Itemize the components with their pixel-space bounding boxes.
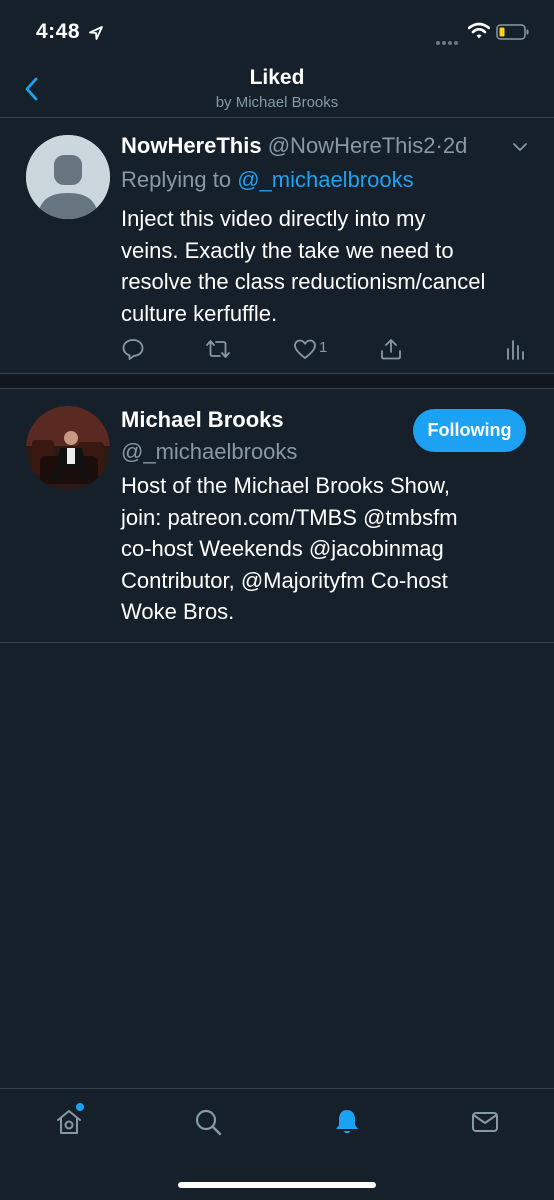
tweet-author-handle[interactable]: @NowHereThis2 [268, 133, 436, 158]
share-icon[interactable] [379, 337, 403, 361]
reply-icon[interactable] [121, 337, 145, 361]
profile-photo [26, 406, 110, 490]
section-divider [0, 373, 554, 389]
tweet-timestamp: 2d [442, 133, 468, 158]
mail-icon[interactable] [470, 1107, 500, 1137]
user-handle[interactable]: @_michaelbrooks [121, 439, 297, 465]
tweet[interactable]: NowHereThis @NowHereThis2·2d Replying to… [0, 119, 554, 373]
bio-line: Host of the Michael Brooks Show, [121, 473, 450, 498]
chevron-down-icon[interactable] [512, 141, 528, 153]
location-arrow-icon [89, 26, 103, 40]
tweet-text-line: culture kerfuffle. [121, 300, 278, 326]
tweet-text: Inject this video directly into my veins… [121, 203, 541, 329]
tweet-text-line: veins. Exactly the take we need to [121, 237, 454, 263]
battery-icon [496, 24, 529, 40]
page-subtitle: by Michael Brooks [215, 94, 339, 111]
like-icon[interactable] [293, 337, 317, 361]
page-header: Liked by Michael Brooks [0, 60, 554, 118]
avatar[interactable] [26, 135, 110, 219]
wifi-icon [468, 22, 490, 39]
new-content-dot [76, 1103, 84, 1111]
bio-line: co-host Weekends @jacobinmag [121, 536, 444, 561]
user-name[interactable]: Michael Brooks [121, 407, 284, 433]
bio-line: Contributor, @Majorityfm Co-host [121, 567, 448, 593]
bio-line: Woke Bros. [121, 599, 235, 624]
home-indicator[interactable] [178, 1182, 376, 1188]
user-bio: Host of the Michael Brooks Show, join: p… [121, 470, 541, 628]
bio-line: join: patreon.com/TMBS @tmbsfm [121, 504, 458, 530]
user-card[interactable]: Michael Brooks @_michaelbrooks Following… [0, 390, 554, 643]
replying-to-link[interactable]: @_michaelbrooks [237, 167, 413, 192]
tweet-author-name[interactable]: NowHereThis [121, 133, 262, 158]
avatar[interactable] [26, 406, 110, 490]
search-icon[interactable] [193, 1107, 223, 1137]
like-count: 1 [319, 339, 328, 356]
status-time: 4:48 [36, 20, 81, 43]
replying-to: Replying to @_michaelbrooks [121, 167, 414, 193]
following-button[interactable]: Following [413, 409, 526, 452]
analytics-icon[interactable] [505, 337, 525, 361]
retweet-icon[interactable] [205, 337, 231, 361]
bell-icon[interactable] [332, 1107, 362, 1137]
tweet-separator: · [435, 133, 443, 158]
replying-to-prefix: Replying to [121, 167, 238, 192]
signal-dots-icon [436, 32, 460, 50]
home-icon[interactable] [54, 1107, 84, 1137]
tweet-text-line: Inject this video directly into my [121, 206, 426, 231]
status-bar: 4:48 [0, 0, 554, 60]
page-title: Liked [249, 66, 305, 89]
tweet-header: NowHereThis @NowHereThis2·2d [121, 133, 467, 159]
default-avatar-icon [26, 135, 110, 219]
tweet-actions: 1 [121, 337, 531, 363]
tweet-text-line: resolve the class reductionism/cancel [121, 269, 486, 294]
